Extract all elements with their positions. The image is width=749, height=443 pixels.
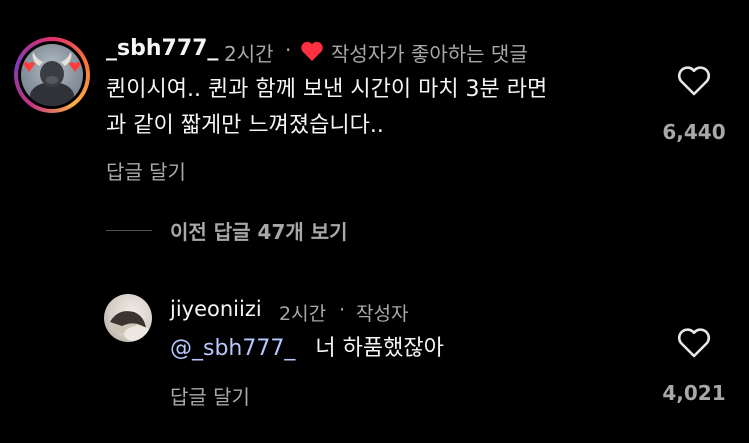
reply-message: 너 하품했잖아 (315, 336, 444, 361)
meta-separator: · (285, 38, 292, 62)
like-heart-icon[interactable] (677, 66, 711, 96)
reply-button[interactable]: 답글 달기 (170, 381, 250, 410)
reply-avatar[interactable] (104, 294, 152, 342)
avatar-photo (21, 44, 83, 106)
person-photo-icon (110, 311, 152, 342)
like-count: 6,440 (662, 120, 726, 144)
view-previous-label: 이전 답글 47개 보기 (170, 219, 348, 244)
bull-figure-icon (23, 52, 81, 106)
reply-button[interactable]: 답글 달기 (106, 156, 186, 185)
reply-username[interactable]: jiyeoniizi (170, 297, 262, 321)
author-liked-label: 작성자가 좋아하는 댓글 (331, 42, 528, 66)
view-previous-replies[interactable]: 이전 답글 47개 보기 (106, 216, 348, 244)
comment-username[interactable]: _sbh777_ (106, 36, 218, 61)
mention-link[interactable]: @_sbh777_ (170, 336, 295, 361)
comment-text-line1: 퀸이시여.. 퀸과 함께 보낸 시간이 마치 3분 라면 (106, 77, 548, 102)
heart-filled-icon (300, 40, 324, 62)
reply-time: 2시간 (279, 303, 327, 325)
comment-text-line2: 과 같이 짧게만 느껴졌습니다.. (106, 113, 384, 138)
like-count: 4,021 (662, 381, 726, 405)
comment-thread: _sbh777_ 2시간 · 작성자가 좋아하는 댓글 퀸이시여.. 퀸과 함께… (0, 0, 749, 443)
divider-line (106, 229, 152, 231)
like-heart-icon[interactable] (677, 328, 711, 358)
meta-separator: · (339, 299, 346, 321)
avatar-ring-gap (18, 41, 86, 109)
comment-time: 2시간 (224, 42, 274, 66)
avatar[interactable] (14, 37, 90, 113)
reply-text: @_sbh777_ 너 하품했잖아 (170, 331, 444, 367)
author-badge: 작성자 (356, 303, 409, 325)
